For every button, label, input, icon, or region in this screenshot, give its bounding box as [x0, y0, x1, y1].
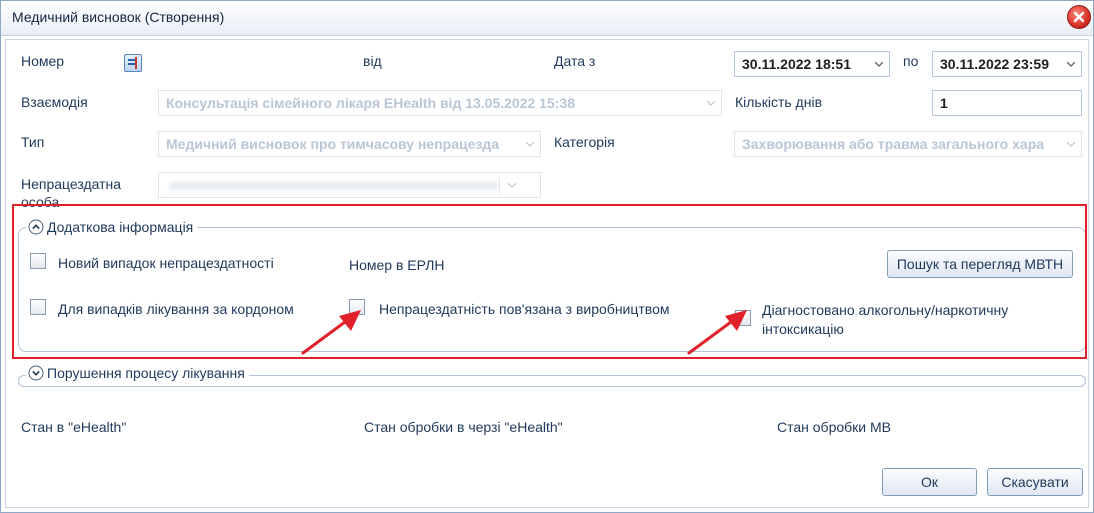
arrow-icon: [301, 310, 361, 355]
chevron-down-icon[interactable]: [1061, 132, 1081, 156]
interaction-field[interactable]: Консультація сімейного лікаря EHealth ві…: [158, 90, 722, 116]
date-from-value: 30.11.2022 18:51: [742, 56, 851, 72]
days-value: 1: [940, 95, 948, 111]
date-to-value: 30.11.2022 23:59: [940, 56, 1049, 72]
days-label: Кількість днів: [735, 94, 823, 110]
number-generator-icon[interactable]: [124, 54, 142, 72]
violations-title: Порушення процесу лікування: [47, 365, 245, 381]
chevron-down-icon[interactable]: [520, 132, 540, 156]
disabled-person-label-line1: Непрацездатна: [21, 176, 122, 192]
category-value: Захворювання або травма загального хара: [742, 136, 1045, 152]
date-from-label: Дата з: [554, 53, 596, 69]
type-field[interactable]: Медичний висновок про тимчасову непрацез…: [158, 131, 541, 157]
highlight-box: [12, 204, 1087, 359]
ehealth-status-label: Стан в "eHealth": [21, 419, 127, 435]
chevron-down-icon[interactable]: [869, 52, 889, 76]
type-value: Медичний висновок про тимчасову непрацез…: [166, 136, 500, 152]
from-label: від: [363, 53, 382, 69]
arrow-icon: [687, 310, 747, 355]
date-from-field[interactable]: 30.11.2022 18:51: [734, 51, 890, 77]
disabled-person-field[interactable]: [158, 172, 541, 198]
close-icon[interactable]: [1067, 5, 1091, 29]
days-field[interactable]: 1: [932, 90, 1082, 116]
date-to-field[interactable]: 30.11.2022 23:59: [932, 51, 1082, 77]
dialog-window: Медичний висновок (Створення) Номер від …: [0, 0, 1094, 513]
window-title: Медичний висновок (Створення): [12, 9, 225, 25]
mv-status-label: Стан обробки МВ: [777, 419, 892, 435]
chevron-down-icon[interactable]: [28, 365, 44, 381]
chevron-down-icon[interactable]: [502, 173, 522, 197]
cancel-button[interactable]: Скасувати: [987, 468, 1083, 496]
interaction-label: Взаємодія: [21, 94, 88, 110]
ok-button[interactable]: Ок: [882, 468, 977, 496]
to-label: по: [903, 53, 919, 69]
chevron-down-icon[interactable]: [1061, 52, 1081, 76]
redacted-value: [169, 182, 499, 190]
category-field[interactable]: Захворювання або травма загального хара: [734, 131, 1082, 157]
field-divider: [499, 175, 500, 195]
violations-header[interactable]: Порушення процесу лікування: [26, 365, 249, 381]
interaction-value: Консультація сімейного лікаря EHealth ві…: [166, 95, 575, 111]
title-bar: Медичний висновок (Створення): [1, 1, 1093, 36]
queue-status-label: Стан обробки в черзі "eHealth": [364, 419, 563, 435]
number-label: Номер: [21, 53, 65, 69]
chevron-down-icon[interactable]: [701, 91, 721, 115]
category-label: Категорія: [554, 134, 615, 150]
type-label: Тип: [21, 134, 45, 150]
